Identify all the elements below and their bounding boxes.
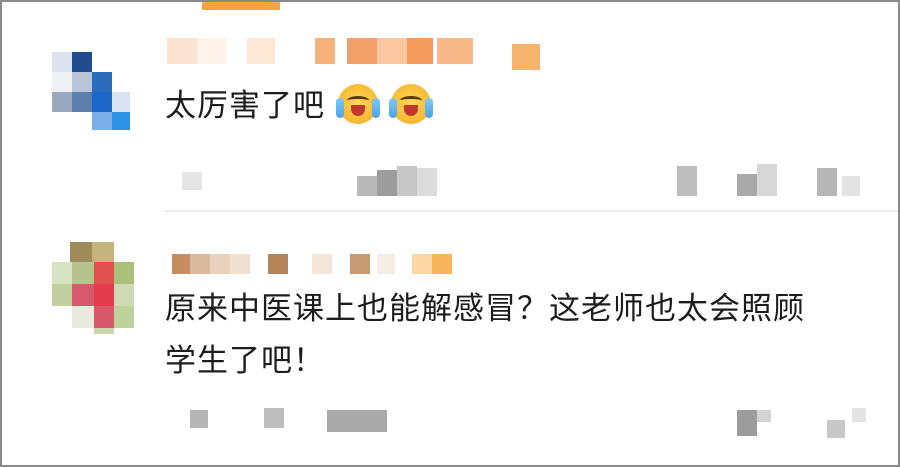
comment-item: 原来中医课上也能解感冒？这老师也太会照顾 学生了吧！ xyxy=(2,214,898,465)
username-pixelated[interactable] xyxy=(172,254,462,274)
avatar-pixelated[interactable] xyxy=(52,52,130,130)
divider xyxy=(165,210,898,212)
comment-text: 太厉害了吧 xyxy=(165,80,433,132)
comment-meta-pixelated xyxy=(182,406,882,438)
comment-screenshot: 太厉害了吧 原来中医课上也能解感冒？这老师也太会照顾 学生了吧！ xyxy=(0,0,900,467)
username-pixelated[interactable] xyxy=(167,38,547,70)
crying-laughing-emoji-icon xyxy=(335,84,380,124)
comment-item: 太厉害了吧 xyxy=(2,2,898,214)
comment-text: 原来中医课上也能解感冒？这老师也太会照顾 学生了吧！ xyxy=(165,283,805,387)
crying-laughing-emoji-icon xyxy=(388,84,433,124)
comment-text-line-1: 原来中医课上也能解感冒？这老师也太会照顾 xyxy=(165,291,805,327)
comment-meta-pixelated xyxy=(182,162,882,196)
avatar-pixelated[interactable] xyxy=(52,242,136,334)
comment-text-body: 太厉害了吧 xyxy=(165,88,325,124)
comment-text-line-2: 学生了吧！ xyxy=(165,343,325,379)
